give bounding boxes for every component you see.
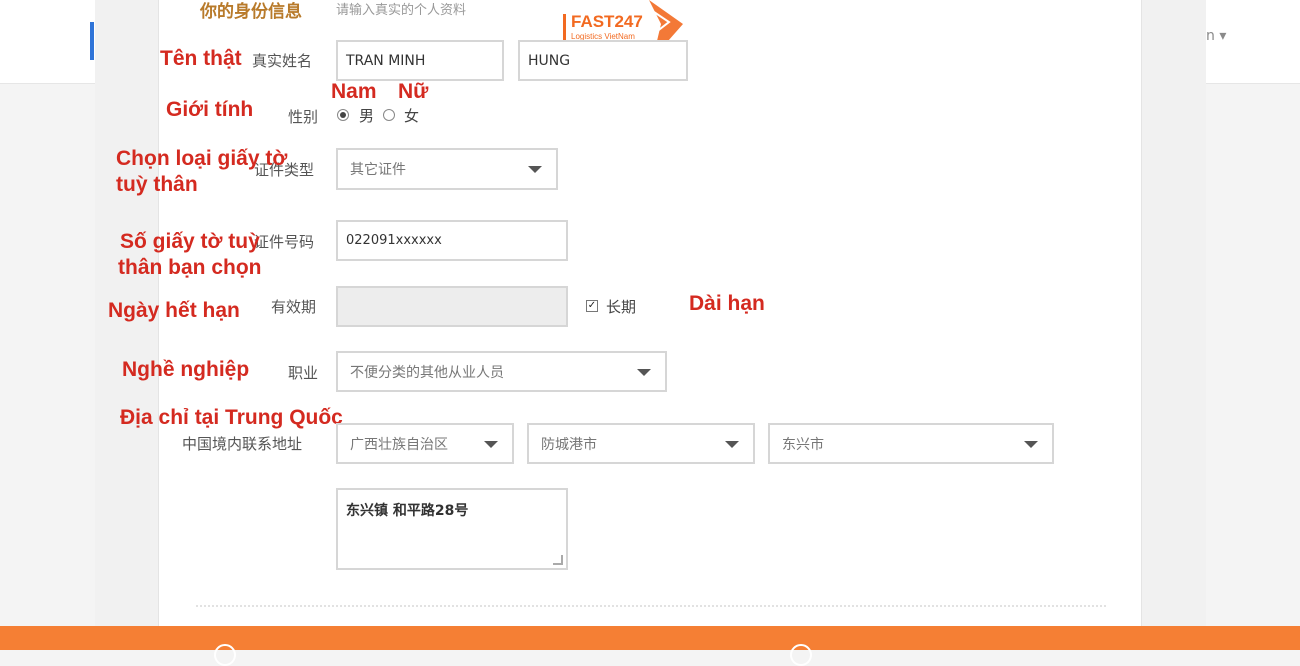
gender-female-radio[interactable] — [383, 109, 395, 121]
chevron-down-icon — [528, 166, 542, 173]
label-address: 中国境内联系地址 — [182, 435, 303, 453]
logo-brand: FAST247 — [571, 12, 643, 31]
annotation-id-type-line1: Chọn loại giấy tờ — [116, 147, 288, 170]
chevron-down-icon — [725, 440, 739, 448]
annotation-male: Nam — [331, 80, 377, 103]
long-term-checkbox[interactable]: ✓ — [586, 300, 598, 312]
city-select[interactable]: 防城港市 — [527, 423, 755, 464]
label-real-name: 真实姓名 — [252, 52, 313, 70]
annotation-id-number-line2: thân bạn chọn — [118, 256, 262, 279]
occupation-select[interactable]: 不便分类的其他从业人员 — [336, 351, 667, 392]
resize-handle-icon[interactable] — [553, 555, 563, 565]
page-title: 你的身份信息 — [200, 2, 302, 22]
gender-male-radio[interactable] — [337, 109, 349, 121]
background-accent — [90, 22, 94, 60]
annotation-address: Địa chỉ tại Trung Quốc — [120, 406, 343, 429]
label-gender: 性别 — [288, 108, 319, 126]
annotation-occupation: Nghề nghiệp — [122, 358, 250, 381]
user-menu[interactable]: n ▾ — [1206, 28, 1226, 44]
annotation-long-term: Dài hạn — [689, 292, 765, 315]
label-occupation: 职业 — [288, 364, 319, 382]
chevron-down-icon — [637, 368, 651, 376]
annotation-female: Nữ — [398, 80, 429, 103]
annotation-expiry: Ngày hết hạn — [108, 299, 240, 322]
province-value: 广西壮族自治区 — [350, 436, 448, 453]
long-term-label: 长期 — [606, 298, 637, 316]
logo-bar — [563, 14, 566, 40]
chevron-down-icon — [484, 440, 498, 448]
province-select[interactable]: 广西壮族自治区 — [336, 423, 514, 464]
annotation-id-type-line2: tuỳ thân — [116, 173, 198, 196]
last-name-input[interactable]: HUNG — [518, 40, 688, 81]
district-value: 东兴市 — [782, 436, 824, 453]
label-expiry: 有效期 — [271, 298, 317, 316]
city-value: 防城港市 — [541, 436, 597, 453]
gender-female-label: 女 — [404, 107, 420, 125]
id-type-select[interactable]: 其它证件 — [336, 148, 558, 190]
footer-globe-icon — [214, 644, 236, 666]
annotation-real-name: Tên thật — [160, 47, 242, 70]
gender-male-label: 男 — [359, 107, 375, 125]
footer-bar — [0, 626, 1300, 650]
id-type-value: 其它证件 — [350, 162, 406, 178]
label-id-number: 证件号码 — [254, 233, 315, 251]
footer-clock-icon — [790, 644, 812, 666]
annotation-gender: Giới tính — [166, 98, 254, 121]
chevron-down-icon — [1024, 440, 1038, 448]
district-select[interactable]: 东兴市 — [768, 423, 1054, 464]
expiry-input[interactable] — [336, 286, 568, 327]
annotation-id-number-line1: Số giấy tờ tuỳ — [120, 230, 260, 253]
page-subtitle: 请输入真实的个人资料 — [336, 3, 467, 18]
first-name-input[interactable]: TRAN MINH — [336, 40, 504, 81]
address-detail-textarea[interactable]: 东兴镇 和平路28号 — [336, 488, 568, 570]
occupation-value: 不便分类的其他从业人员 — [350, 364, 504, 381]
address-detail-value: 东兴镇 和平路28号 — [346, 503, 469, 519]
id-number-input[interactable]: 022091xxxxxx — [336, 220, 568, 261]
divider — [196, 605, 1106, 607]
